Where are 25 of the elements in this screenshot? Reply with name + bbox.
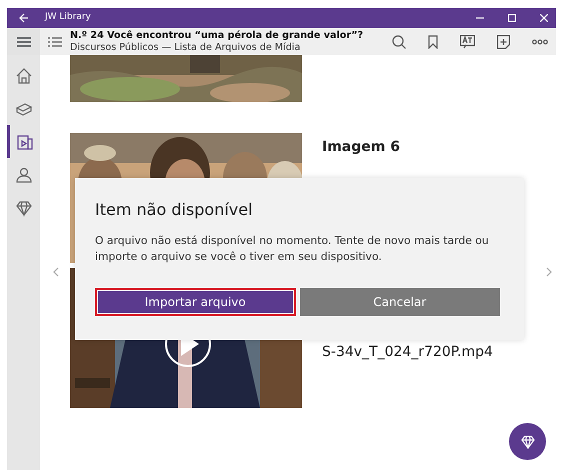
gem-icon bbox=[14, 198, 32, 216]
page-title: N.º 24 Você encontrou “uma pérola de grande valor”? bbox=[70, 30, 364, 42]
dialog-title: Item não disponível bbox=[95, 200, 254, 220]
cancel-button[interactable]: Cancelar bbox=[300, 288, 500, 316]
menu-icon[interactable] bbox=[16, 36, 30, 46]
media-icon bbox=[16, 132, 34, 150]
file-name: S-34v_T_024_r720P.mp4 bbox=[322, 343, 493, 362]
import-button[interactable]: Importar arquivo bbox=[95, 288, 296, 316]
back-icon[interactable] bbox=[19, 13, 29, 23]
search-icon[interactable] bbox=[392, 34, 406, 48]
bookmark-icon[interactable] bbox=[428, 34, 438, 48]
gem-icon bbox=[520, 434, 534, 448]
translate-icon[interactable] bbox=[460, 34, 475, 48]
home-icon bbox=[14, 66, 32, 84]
maximize-icon[interactable] bbox=[508, 14, 516, 22]
list-icon[interactable] bbox=[48, 37, 62, 48]
page-subtitle: Discursos Públicos — Lista de Arquivos de Mídia bbox=[70, 42, 302, 53]
add-note-icon[interactable] bbox=[497, 34, 510, 48]
window-title: JW Library bbox=[45, 11, 91, 24]
more-icon[interactable] bbox=[532, 38, 548, 44]
dialog-message: O arquivo não está disponível no momento. Tente de novo mais tarde ou importe o arquivo se você o tiver em seu dispositivo. bbox=[95, 233, 490, 264]
person-icon bbox=[14, 166, 32, 184]
gem-button[interactable] bbox=[509, 423, 546, 460]
close-icon[interactable] bbox=[540, 14, 548, 22]
media-title: Imagem 6 bbox=[322, 138, 400, 157]
